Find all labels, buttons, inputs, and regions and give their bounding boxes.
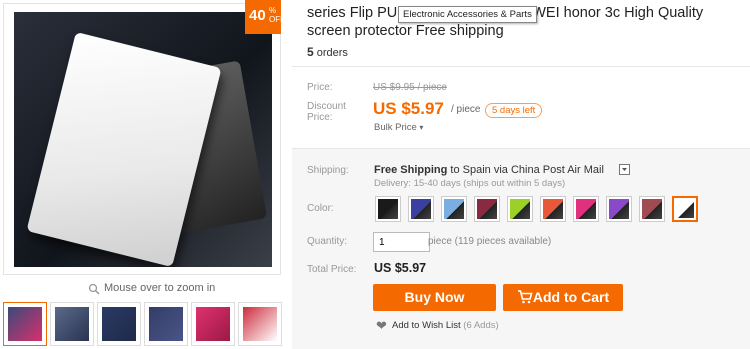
heart-icon[interactable]: ❤ [376,318,387,334]
quantity-availability: piece (119 pieces available) [428,236,552,247]
bulk-price-toggle[interactable]: Bulk Price ▾ [374,122,423,133]
shipping-info: Free Shipping to Spain via China Post Ai… [374,164,604,176]
thumbnail-3[interactable] [97,302,141,346]
quantity-label: Quantity: [307,236,348,247]
price-label: Price: [307,82,333,93]
zoom-hint: Mouse over to zoom in [104,282,216,294]
orders-count: 5 orders [307,45,348,59]
discount-price-label: Discount Price: [307,101,346,123]
magnifier-icon [88,283,100,295]
discount-badge: 40 % OFF [245,0,285,34]
color-swatch[interactable] [540,196,566,222]
days-left-badge: 5 days left [485,103,543,118]
shipping-label: Shipping: [307,165,349,176]
delivery-info: Delivery: 15-40 days (ships out within 5… [374,178,566,189]
discount-price: US $5.97 [373,99,444,118]
total-price-label: Total Price: [307,264,357,275]
original-price: US $9.95 / piece [373,82,447,93]
thumbnail-6[interactable] [238,302,282,346]
discount-percent: 40 [249,7,266,24]
category-tooltip: Electronic Accessories & Parts [398,6,537,23]
color-swatch[interactable] [573,196,599,222]
main-product-image[interactable] [3,3,281,275]
color-swatch[interactable] [441,196,467,222]
total-price: US $5.97 [374,261,427,275]
thumbnail-1[interactable] [3,302,47,346]
add-to-cart-button[interactable]: Add to Cart [503,284,623,311]
color-swatch[interactable] [408,196,434,222]
chevron-down-icon [622,168,627,171]
shipping-dropdown[interactable] [619,164,630,175]
divider [292,66,750,67]
color-swatch[interactable] [606,196,632,222]
cart-icon [517,290,533,304]
add-to-wishlist-link[interactable]: Add to Wish List (6 Adds) [392,320,499,331]
color-swatch[interactable] [507,196,533,222]
per-piece-label: / piece [451,104,481,115]
thumbnail-2[interactable] [50,302,94,346]
thumbnail-strip [3,302,288,348]
color-swatch[interactable] [375,196,401,222]
color-label: Color: [307,203,334,214]
color-swatch[interactable] [474,196,500,222]
color-swatch[interactable] [639,196,665,222]
chevron-down-icon: ▾ [419,123,424,132]
discount-suffix: % OFF [269,6,285,24]
quantity-input[interactable] [373,232,430,252]
thumbnail-4[interactable] [144,302,188,346]
product-photo[interactable] [14,12,272,267]
buy-now-button[interactable]: Buy Now [373,284,496,311]
thumbnail-5[interactable] [191,302,235,346]
color-swatch[interactable] [672,196,698,222]
